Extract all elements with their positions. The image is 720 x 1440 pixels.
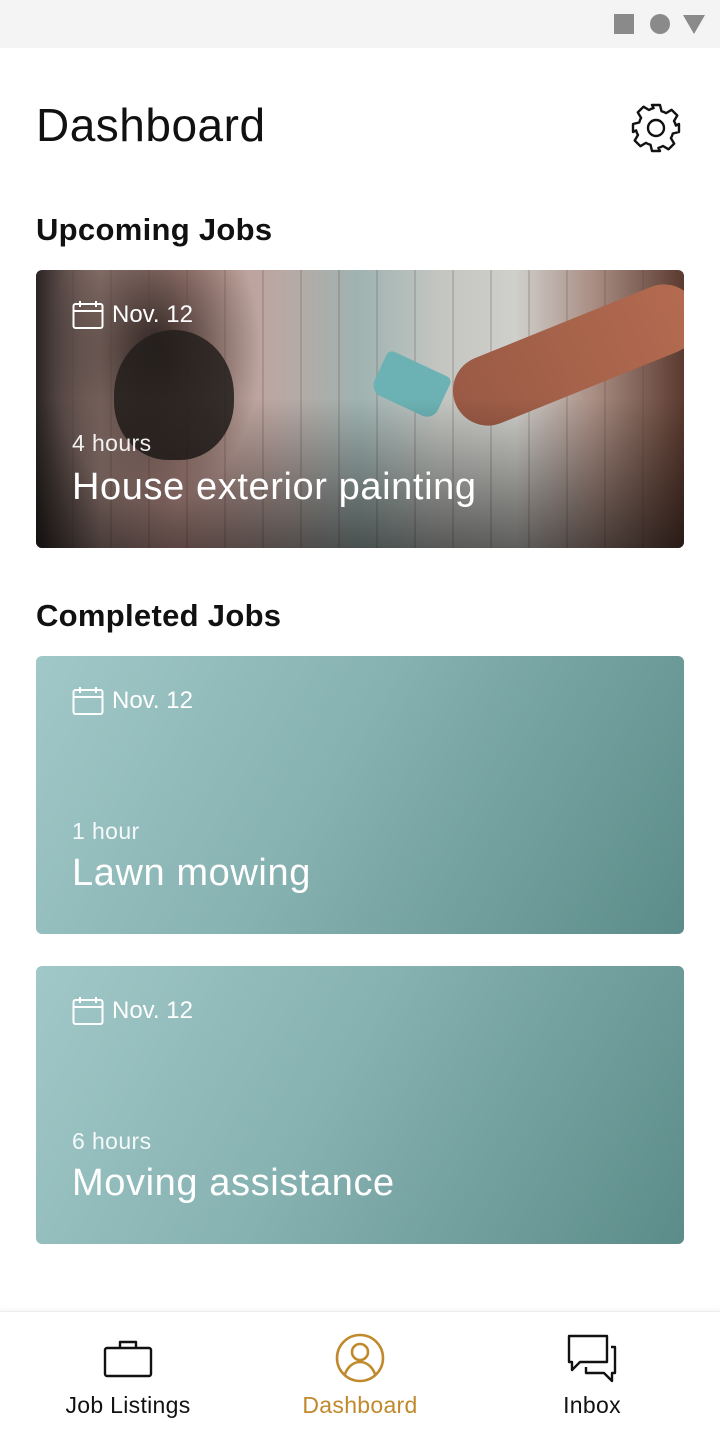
- job-date-text: Nov. 12: [112, 687, 193, 714]
- home-icon: [650, 14, 670, 34]
- job-date: Nov. 12: [72, 686, 193, 716]
- nav-label: Job Listings: [65, 1392, 191, 1418]
- bottom-nav: Job Listings Dashboard Inbox: [0, 1311, 720, 1440]
- settings-button[interactable]: [628, 100, 684, 156]
- calendar-icon: [72, 301, 104, 329]
- job-title: House exterior painting: [72, 466, 477, 508]
- nav-item-inbox[interactable]: Inbox: [472, 1312, 712, 1440]
- nav-item-job-listings[interactable]: Job Listings: [8, 1312, 248, 1440]
- job-title: Moving assistance: [72, 1162, 395, 1204]
- job-date-text: Nov. 12: [112, 301, 193, 328]
- nav-item-dashboard[interactable]: Dashboard: [240, 1312, 480, 1440]
- job-date-text: Nov. 12: [112, 997, 193, 1024]
- job-date: Nov. 12: [72, 996, 193, 1026]
- gear-icon: [631, 103, 681, 153]
- upcoming-jobs-heading: Upcoming Jobs: [36, 212, 273, 247]
- nav-label: Dashboard: [302, 1392, 418, 1418]
- user-circle-icon: [335, 1333, 385, 1383]
- stop-icon: [614, 14, 634, 34]
- status-bar: [0, 0, 720, 48]
- job-card-lawn-mowing[interactable]: Nov. 12 1 hour Lawn mowing: [36, 656, 684, 934]
- job-duration: 4 hours: [72, 430, 152, 456]
- job-card-moving-assistance[interactable]: Nov. 12 6 hours Moving assistance: [36, 966, 684, 1244]
- back-icon: [683, 15, 705, 34]
- chat-bubbles-icon: [567, 1334, 617, 1383]
- job-duration: 1 hour: [72, 818, 140, 844]
- job-duration: 6 hours: [72, 1128, 152, 1154]
- job-card-house-exterior-painting[interactable]: Nov. 12 4 hours House exterior painting: [36, 270, 684, 548]
- job-date: Nov. 12: [72, 300, 193, 330]
- briefcase-icon: [103, 1340, 153, 1378]
- page-title: Dashboard: [36, 99, 266, 151]
- job-title: Lawn mowing: [72, 852, 311, 894]
- calendar-icon: [72, 997, 104, 1025]
- nav-label: Inbox: [563, 1392, 621, 1418]
- calendar-icon: [72, 687, 104, 715]
- completed-jobs-heading: Completed Jobs: [36, 598, 282, 633]
